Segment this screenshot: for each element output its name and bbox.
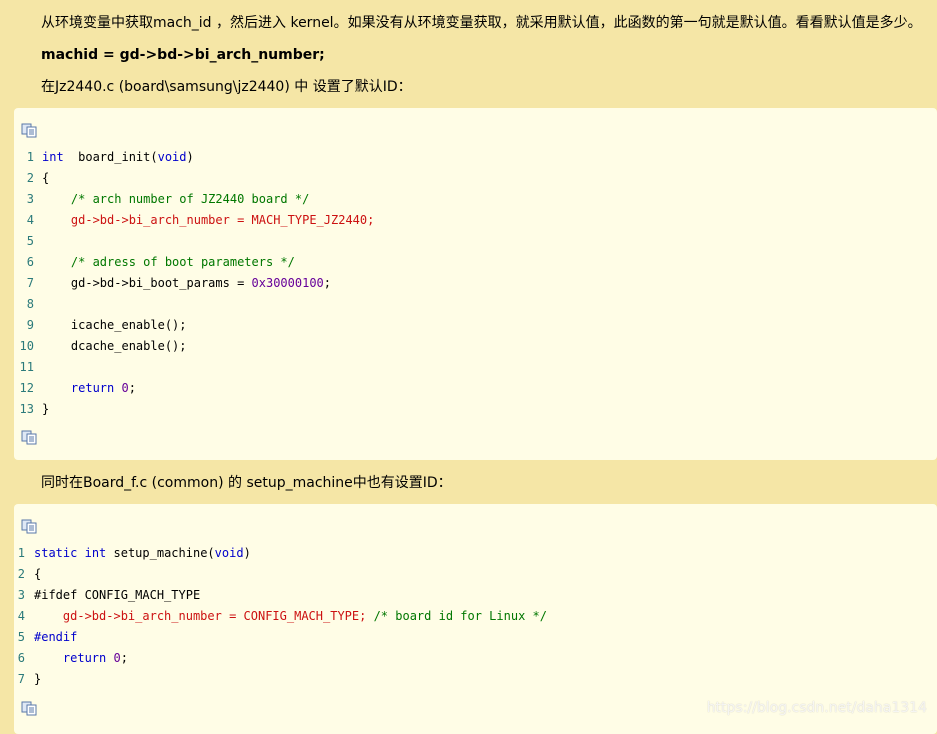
- code-token: ;: [323, 276, 331, 290]
- code-token: /* adress of boot parameters */: [70, 255, 295, 269]
- code-text: }: [34, 669, 41, 690]
- copy-code-icon[interactable]: [21, 430, 38, 445]
- code-token: dcache_enable();: [42, 339, 187, 353]
- code-token: void: [157, 150, 187, 164]
- code-text: return 0;: [42, 378, 136, 399]
- line-number: 2: [17, 567, 25, 581]
- line-number: 3: [17, 588, 25, 602]
- code-text: gd->bd->bi_arch_number = CONFIG_MACH_TYP…: [34, 606, 547, 627]
- code-token: /* board id for Linux */: [373, 609, 547, 623]
- code-text: return 0;: [34, 648, 128, 669]
- code-text: dcache_enable();: [42, 336, 187, 357]
- line-number: 11: [19, 360, 34, 374]
- code-token: int: [84, 546, 107, 560]
- code-token: /* arch number of JZ2440 board */: [70, 192, 310, 206]
- code-token: ;: [120, 651, 128, 665]
- line-number: 12: [19, 381, 34, 395]
- code-token: 0: [121, 381, 129, 395]
- paragraph-intro: 从环境变量中获取mach_id ，然后进入 kernel。如果没有从环境变量获取…: [41, 15, 922, 31]
- line-number: 2: [26, 171, 34, 185]
- code-token: board_init(: [63, 150, 158, 164]
- line-number: 13: [19, 402, 34, 416]
- copy-code-icon[interactable]: [21, 123, 38, 138]
- code-token: int: [42, 150, 64, 164]
- code-text: gd->bd->bi_boot_params = 0x30000100;: [42, 273, 331, 294]
- code-text: }: [42, 399, 49, 420]
- code-token: 0: [113, 651, 121, 665]
- code-token: 0x30000100: [251, 276, 324, 290]
- code-token: return: [70, 381, 115, 395]
- paragraph-machid: machid = gd->bd->bi_arch_number;: [41, 47, 325, 63]
- code-token: icache_enable();: [42, 318, 187, 332]
- code-token: ;: [128, 381, 136, 395]
- line-number: 6: [17, 651, 25, 665]
- line-number: 7: [17, 672, 25, 686]
- code-token: ): [243, 546, 251, 560]
- watermark: https://blog.csdn.net/daha1314: [706, 700, 927, 716]
- code-token: void: [214, 546, 244, 560]
- code-token: return: [62, 651, 107, 665]
- code-token: gd->bd->bi_arch_number = MACH_TYPE_JZ244…: [70, 213, 375, 227]
- code-token: }: [34, 672, 42, 686]
- code-text: {: [42, 168, 49, 189]
- code-token: gd->bd->bi_boot_params =: [42, 276, 252, 290]
- paragraph-default-id: 在Jz2440.c (board\samsung\jz2440) 中 设置了默认…: [41, 79, 412, 95]
- code-text: int board_init(void): [42, 147, 194, 168]
- copy-code-icon[interactable]: [21, 701, 38, 716]
- line-number: 7: [26, 276, 34, 290]
- code-token: {: [34, 567, 42, 581]
- line-number: 4: [17, 609, 25, 623]
- code-text: gd->bd->bi_arch_number = MACH_TYPE_JZ244…: [42, 210, 374, 231]
- paragraph-setup-machine: 同时在Board_f.c (common) 的 setup_machine中也有…: [41, 475, 452, 491]
- code-token: static: [34, 546, 78, 560]
- code-token: gd->bd->bi_arch_number = CONFIG_MACH_TYP…: [62, 609, 367, 623]
- code-token: #ifdef CONFIG_MACH_TYPE: [34, 588, 201, 602]
- code-token: {: [42, 171, 50, 185]
- line-number: 5: [17, 630, 25, 644]
- line-number: 10: [19, 339, 34, 353]
- code-text: icache_enable();: [42, 315, 187, 336]
- code-token: setup_machine(: [106, 546, 215, 560]
- copy-code-icon[interactable]: [21, 519, 38, 534]
- code-text: /* arch number of JZ2440 board */: [42, 189, 309, 210]
- code-token: ): [186, 150, 194, 164]
- line-number: 6: [26, 255, 34, 269]
- line-number: 8: [26, 297, 34, 311]
- line-number: 1: [26, 150, 34, 164]
- line-number: 9: [26, 318, 34, 332]
- code-block-board-init: 1 int board_init(void) 2 {3 /* arch number …: [14, 108, 937, 460]
- code-text: #ifdef CONFIG_MACH_TYPE: [34, 585, 200, 606]
- line-number: 4: [26, 213, 34, 227]
- code-text: #endif: [34, 627, 77, 648]
- line-number: 3: [26, 192, 34, 206]
- line-number: 1: [17, 546, 25, 560]
- code-token: #endif: [34, 630, 78, 644]
- code-text: /* adress of boot parameters */: [42, 252, 295, 273]
- line-number: 5: [26, 234, 34, 248]
- code-text: {: [34, 564, 41, 585]
- code-text: static int setup_machine(void): [34, 543, 251, 564]
- code-token: }: [42, 402, 50, 416]
